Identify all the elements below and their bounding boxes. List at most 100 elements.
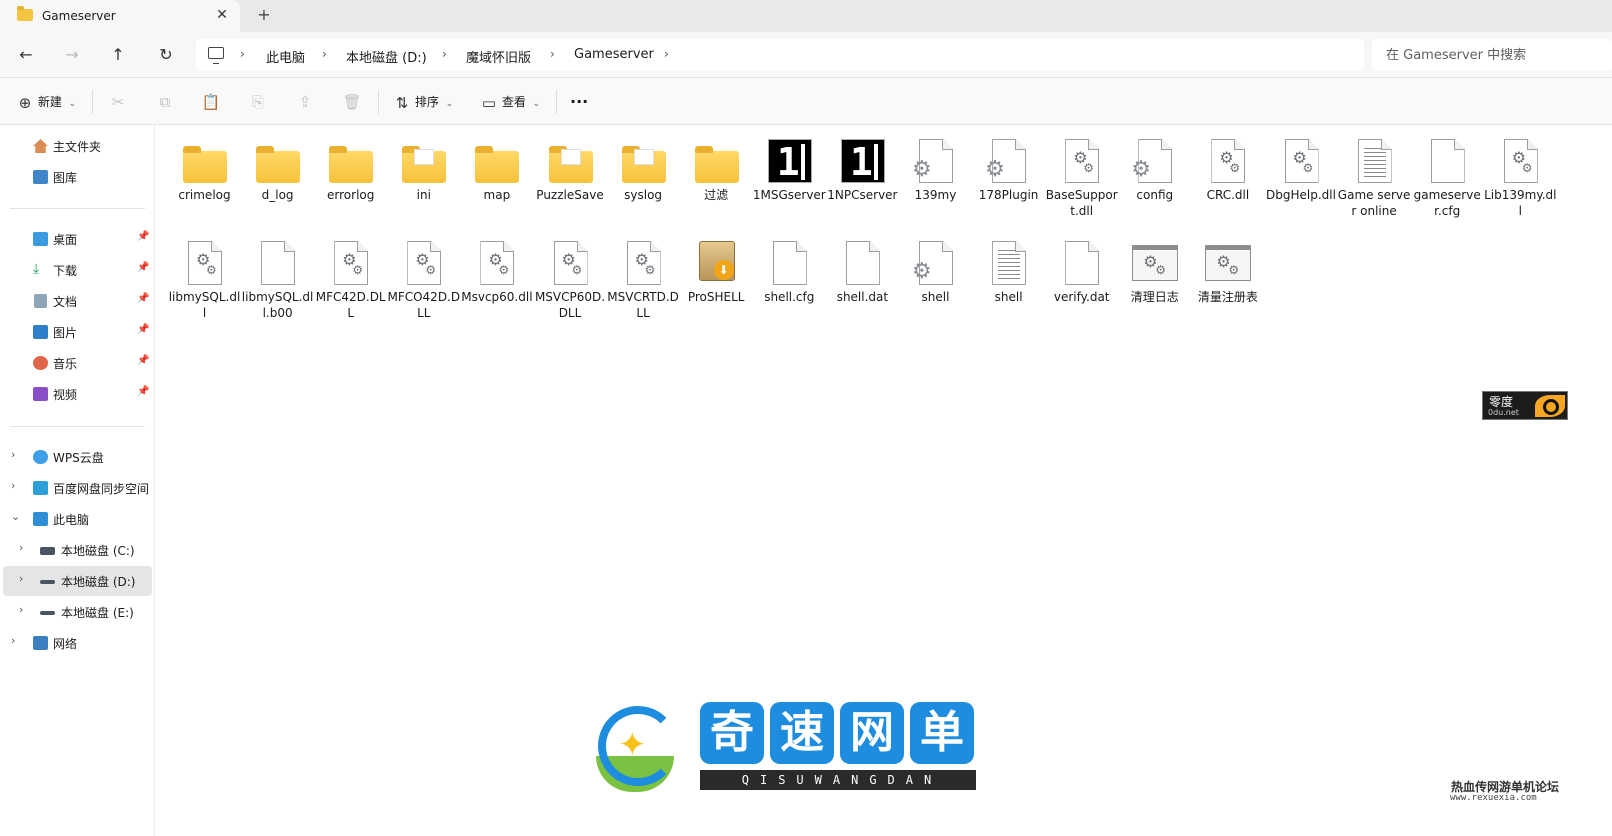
sidebar-item-downloads[interactable]: ⤓ 下载 📌	[0, 255, 153, 285]
breadcrumb-drive-d[interactable]: 本地磁盘 (D:)	[346, 47, 427, 66]
file-item[interactable]: gameserver.cfg	[1411, 131, 1484, 231]
copy-icon[interactable]: ⧉	[153, 90, 177, 114]
file-item[interactable]: verify.dat	[1045, 233, 1118, 333]
chevron-down-icon[interactable]: ⌄	[11, 510, 20, 523]
file-item[interactable]: shell	[972, 233, 1045, 333]
sidebar-item-this-pc[interactable]: ⌄ 此电脑	[0, 504, 153, 534]
sidebar-item-gallery[interactable]: 图库	[0, 162, 153, 192]
file-item[interactable]: ⚙ ⚙ 清理日志	[1118, 233, 1191, 333]
file-item[interactable]: syslog	[607, 131, 680, 231]
rename-icon[interactable]: ⎘	[246, 90, 270, 114]
sidebar-item-music[interactable]: 音乐 📌	[0, 348, 153, 378]
file-item[interactable]: shell.dat	[826, 233, 899, 333]
up-icon[interactable]: ↑	[106, 43, 130, 67]
file-item[interactable]: ProSHELL	[680, 233, 753, 333]
pin-icon[interactable]: 📌	[137, 355, 149, 366]
file-item[interactable]: ini	[387, 131, 460, 231]
file-item[interactable]: ⚙ ⚙ BaseSupport.dll	[1045, 131, 1118, 231]
file-item[interactable]: PuzzleSave	[534, 131, 607, 231]
file-item[interactable]: map	[460, 131, 533, 231]
breadcrumb-moyu[interactable]: 魔域怀旧版	[466, 47, 531, 66]
sidebar-item-home[interactable]: 主文件夹	[0, 131, 153, 161]
file-item[interactable]: libmySQL.dll.b00	[241, 233, 314, 333]
sidebar-item-network[interactable]: › 网络	[0, 628, 153, 658]
sidebar-item-drive-d[interactable]: › 本地磁盘 (D:)	[3, 566, 152, 596]
file-item[interactable]: ⚙ 139my	[899, 131, 972, 231]
pin-icon[interactable]: 📌	[137, 231, 149, 242]
file-item[interactable]: ⚙ ⚙ MFC42D.DLL	[314, 233, 387, 333]
chevron-right-icon[interactable]: ›	[19, 541, 23, 554]
file-item[interactable]: d_log	[241, 131, 314, 231]
pin-icon[interactable]: 📌	[137, 386, 149, 397]
file-item[interactable]: ⚙ ⚙ MFCO42D.DLL	[387, 233, 460, 333]
delete-icon[interactable]: 🗑	[340, 90, 364, 114]
more-options-icon[interactable]: ···	[570, 90, 588, 114]
refresh-icon[interactable]: ↻	[154, 43, 178, 67]
file-item[interactable]: ⚙ ⚙ MSVCP60D.DLL	[534, 233, 607, 333]
tab-gameserver[interactable]: Gameserver ✕	[0, 0, 240, 32]
back-icon[interactable]: ←	[14, 43, 38, 67]
exe-icon: 1	[767, 139, 812, 183]
chevron-right-icon[interactable]: ›	[11, 448, 15, 461]
file-name: MFC42D.DLL	[315, 290, 386, 320]
sort-button[interactable]: ⇅ 排序 ⌄	[393, 90, 454, 114]
sidebar-item-wps-cloud[interactable]: › WPS云盘	[0, 442, 153, 472]
sidebar-item-baidu[interactable]: › 百度网盘同步空间	[0, 473, 153, 503]
chevron-right-icon[interactable]: ›	[664, 47, 669, 61]
breadcrumb-this-pc[interactable]: 此电脑	[266, 47, 305, 66]
chevron-right-icon[interactable]: ›	[550, 47, 555, 61]
pin-icon[interactable]: 📌	[137, 293, 149, 304]
forward-icon[interactable]: →	[60, 43, 84, 67]
file-item[interactable]: 1 1MSGserver	[753, 131, 826, 231]
search-input[interactable]	[1372, 39, 1612, 71]
search-box[interactable]	[1372, 39, 1612, 71]
file-item[interactable]: ⚙ ⚙ CRC.dll	[1191, 131, 1264, 231]
file-item[interactable]: ⚙ ⚙ MSVCRTD.DLL	[607, 233, 680, 333]
paste-icon[interactable]: 📋	[199, 90, 223, 114]
chevron-right-icon[interactable]: ›	[322, 47, 327, 61]
file-item[interactable]: ⚙ ⚙ Lib139my.dll	[1484, 131, 1557, 231]
file-item[interactable]: ⚙ ⚙ Msvcp60.dll	[460, 233, 533, 333]
chevron-down-icon: ⌄	[68, 99, 77, 109]
sidebar-item-desktop[interactable]: 桌面 📌	[0, 224, 153, 254]
file-icon-wrapper	[327, 137, 375, 185]
computer-icon[interactable]	[208, 47, 224, 64]
sidebar-item-drive-c[interactable]: › 本地磁盘 (C:)	[0, 535, 153, 565]
sidebar-item-label: 百度网盘同步空间	[53, 482, 150, 496]
share-icon[interactable]: ⇪	[293, 90, 317, 114]
pin-icon[interactable]: 📌	[137, 262, 149, 273]
file-name: 139my	[914, 188, 957, 202]
chevron-right-icon[interactable]: ›	[19, 572, 23, 585]
chevron-right-icon[interactable]: ›	[11, 479, 15, 492]
chevron-right-icon[interactable]: ›	[240, 47, 245, 61]
address-bar[interactable]: › 此电脑 › 本地磁盘 (D:) › 魔域怀旧版 › Gameserver ›	[196, 39, 1364, 71]
file-item[interactable]: 过滤	[680, 131, 753, 231]
file-item[interactable]: ⚙ shell	[899, 233, 972, 333]
file-item[interactable]: ⚙ ⚙ DbgHelp.dll	[1265, 131, 1338, 231]
new-tab-icon[interactable]: +	[254, 5, 274, 25]
file-item[interactable]: ⚙ ⚙ 清量注册表	[1191, 233, 1264, 333]
file-item[interactable]: Game server online	[1338, 131, 1411, 231]
sidebar-item-videos[interactable]: 视频 📌	[0, 379, 153, 409]
cut-icon[interactable]: ✂	[106, 90, 130, 114]
file-item[interactable]: ⚙ 178Plugin	[972, 131, 1045, 231]
chevron-right-icon[interactable]: ›	[19, 603, 23, 616]
chevron-right-icon[interactable]: ›	[442, 47, 447, 61]
chevron-right-icon[interactable]: ›	[11, 634, 15, 647]
file-item[interactable]: crimelog	[168, 131, 241, 231]
tab-close-icon[interactable]: ✕	[213, 6, 231, 24]
file-item[interactable]: 1 1NPCserver	[826, 131, 899, 231]
sort-button-label: 排序	[414, 95, 439, 109]
sidebar-item-pictures[interactable]: 图片 📌	[0, 317, 153, 347]
pin-icon[interactable]: 📌	[137, 324, 149, 335]
new-button[interactable]: ⊕ 新建 ⌄	[16, 90, 77, 114]
breadcrumb-gameserver[interactable]: Gameserver	[574, 47, 654, 62]
view-button[interactable]: ▭ 查看 ⌄	[480, 90, 540, 114]
navigation-pane: 主文件夹 图库 桌面 📌 ⤓ 下载 📌 文档 📌 图片 📌 音乐 📌 视频 📌 …	[0, 125, 155, 836]
file-item[interactable]: ⚙ config	[1118, 131, 1191, 231]
sidebar-item-drive-e[interactable]: › 本地磁盘 (E:)	[0, 597, 153, 627]
file-item[interactable]: errorlog	[314, 131, 387, 231]
file-item[interactable]: ⚙ ⚙ libmySQL.dll	[168, 233, 241, 333]
sidebar-item-documents[interactable]: 文档 📌	[0, 286, 153, 316]
file-item[interactable]: shell.cfg	[753, 233, 826, 333]
